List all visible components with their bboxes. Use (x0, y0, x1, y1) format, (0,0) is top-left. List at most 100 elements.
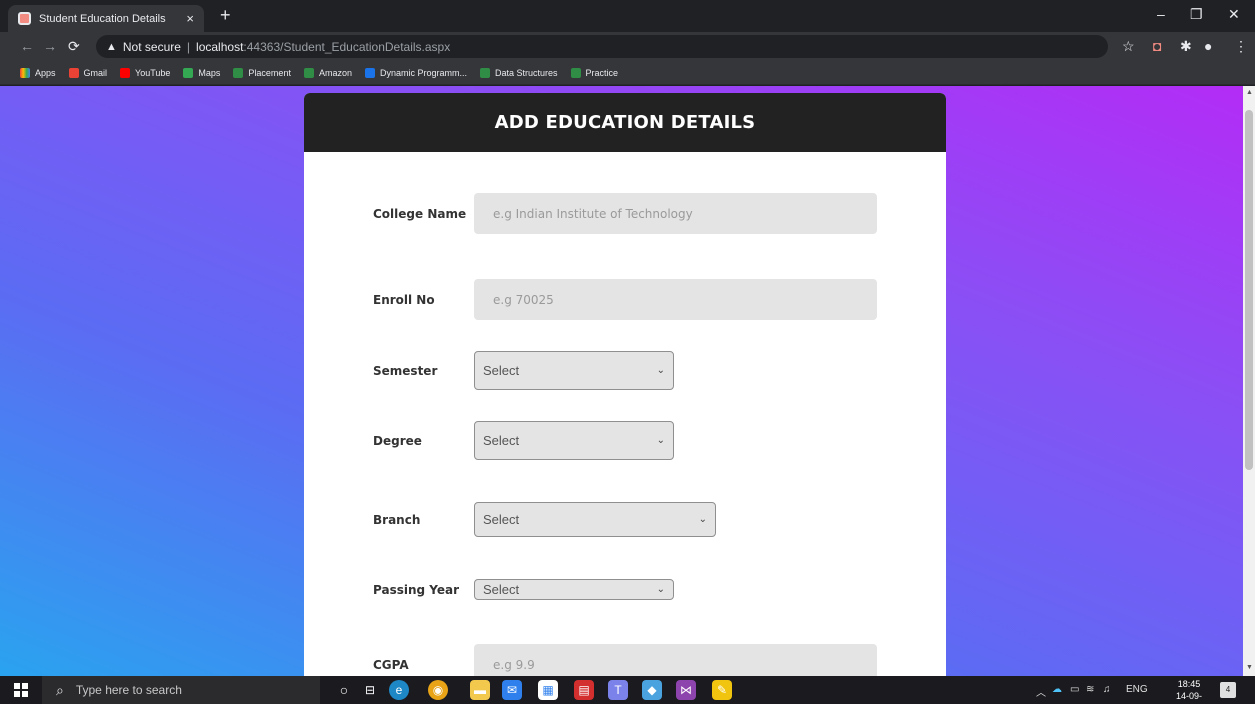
cgpa-row: CGPA e.g 9.9 (373, 644, 877, 676)
maximize-icon[interactable]: ❐ (1190, 6, 1203, 23)
education-form-card: ADD EDUCATION DETAILS College Name e.g I… (304, 93, 946, 676)
gfg-icon (480, 67, 491, 78)
taskbar-clock[interactable]: 18:45 14-09-2020 (1166, 678, 1212, 704)
minimize-icon[interactable]: – (1157, 6, 1165, 22)
python-icon[interactable]: ✎ (712, 680, 732, 700)
page-favicon-icon (18, 12, 31, 25)
bookmark-dynamic-programming[interactable]: Dynamic Programm... (364, 67, 467, 78)
warning-icon: ▲ (106, 40, 117, 53)
search-icon: ⌕ (56, 681, 64, 698)
bookmark-data-structures[interactable]: Data Structures (480, 67, 558, 78)
college-name-label: College Name (373, 206, 467, 221)
windows-start-icon[interactable] (14, 683, 28, 697)
chevron-down-icon: ⌄ (656, 584, 665, 595)
page-background: ADD EDUCATION DETAILS College Name e.g I… (0, 86, 1243, 676)
scroll-up-icon[interactable]: ▲ (1246, 89, 1253, 96)
bookmark-maps[interactable]: Maps (183, 67, 220, 78)
branch-selected-value: Select (483, 512, 520, 527)
enroll-no-row: Enroll No e.g 70025 (373, 279, 877, 320)
college-name-input[interactable]: e.g Indian Institute of Technology (474, 193, 877, 234)
extensions-puzzle-icon[interactable]: ✱ (1180, 38, 1192, 55)
windows-taskbar: ⌕ Type here to search ○ ⊟ e ◉ ▬ ✉ ▦ ▤ T … (0, 676, 1255, 704)
address-separator: | (186, 39, 191, 54)
enroll-no-input[interactable]: e.g 70025 (474, 279, 877, 320)
bookmark-gmail[interactable]: Gmail (68, 67, 107, 78)
page-scrollbar[interactable]: ▲ ▼ (1243, 86, 1255, 676)
passing-year-label: Passing Year (373, 582, 460, 597)
gift-app-icon[interactable]: ▤ (574, 680, 594, 700)
degree-label: Degree (373, 433, 422, 448)
chrome-icon[interactable]: ◉ (428, 680, 448, 700)
cgpa-input[interactable]: e.g 9.9 (474, 644, 877, 676)
chevron-down-icon: ⌄ (698, 514, 707, 525)
apps-grid-icon (20, 67, 30, 78)
chevron-down-icon: ⌄ (656, 365, 665, 376)
semester-select[interactable]: Select ⌄ (474, 351, 674, 390)
tab-close-icon[interactable]: × (186, 11, 194, 26)
youtube-icon (120, 67, 131, 78)
maps-icon (183, 67, 194, 78)
profile-avatar-icon[interactable]: ● (1204, 38, 1212, 54)
taskbar-search-placeholder: Type here to search (75, 683, 182, 697)
cortana-icon[interactable]: ○ (334, 680, 354, 700)
forward-icon[interactable]: → (43, 38, 57, 54)
url-path: :44363/Student_EducationDetails.aspx (243, 39, 451, 54)
form-heading: ADD EDUCATION DETAILS (304, 93, 946, 152)
tab-strip: Student Education Details × + – ❐ ✕ (0, 0, 1255, 32)
back-icon[interactable]: ← (20, 38, 34, 54)
new-tab-button[interactable]: + (220, 5, 231, 26)
semester-row: Semester Select ⌄ (373, 351, 674, 390)
battery-icon[interactable]: ▭ (1070, 684, 1079, 695)
close-window-icon[interactable]: ✕ (1228, 6, 1240, 23)
notification-center-icon[interactable]: 4 (1220, 682, 1236, 698)
wifi-icon[interactable]: ≋ (1086, 684, 1094, 695)
bookmark-star-icon[interactable]: ☆ (1122, 38, 1135, 55)
gmail-icon (68, 67, 79, 78)
taskbar-search[interactable]: ⌕ Type here to search (42, 676, 320, 704)
bookmark-amazon[interactable]: Amazon (303, 67, 352, 78)
menu-kebab-icon[interactable]: ⋮ (1234, 38, 1248, 55)
reload-icon[interactable]: ⟳ (68, 38, 80, 55)
branch-select[interactable]: Select ⌄ (474, 502, 716, 537)
teams-icon[interactable]: T (608, 680, 628, 700)
gfg-icon (233, 67, 244, 78)
interviewbit-icon (364, 67, 375, 78)
bookmark-practice[interactable]: Practice (570, 67, 618, 78)
url-host: localhost (196, 39, 244, 54)
college-name-row: College Name e.g Indian Institute of Tec… (373, 193, 877, 234)
file-explorer-icon[interactable]: ▬ (470, 680, 490, 700)
browser-tab[interactable]: Student Education Details × (8, 5, 204, 32)
mail-icon[interactable]: ✉ (502, 680, 522, 700)
scrollbar-thumb[interactable] (1245, 110, 1253, 470)
clock-date: 14-09-2020 (1175, 691, 1202, 704)
security-label: Not secure (122, 39, 181, 54)
chevron-down-icon: ⌄ (656, 435, 665, 446)
address-bar[interactable]: ▲ Not secure | localhost :44363/Student_… (96, 35, 1108, 58)
bookmark-youtube[interactable]: YouTube (120, 67, 170, 78)
pocket-extension-icon[interactable]: ◘ (1153, 38, 1161, 54)
paint-icon[interactable]: ◆ (642, 680, 662, 700)
gfg-icon (570, 67, 581, 78)
passing-year-selected-value: Select (483, 582, 520, 597)
branch-row: Branch Select ⌄ (373, 502, 716, 537)
visual-studio-icon[interactable]: ⋈ (676, 680, 696, 700)
semester-label: Semester (373, 363, 438, 378)
edge-icon[interactable]: e (389, 680, 409, 700)
degree-select[interactable]: Select ⌄ (474, 421, 674, 460)
bookmark-placement[interactable]: Placement (233, 67, 291, 78)
gfg-icon (303, 67, 314, 78)
task-view-icon[interactable]: ⊟ (360, 680, 380, 700)
language-indicator[interactable]: ENG (1126, 684, 1148, 695)
store-icon[interactable]: ▦ (538, 680, 558, 700)
volume-icon[interactable]: ♫ (1103, 684, 1111, 695)
degree-selected-value: Select (483, 433, 520, 448)
browser-toolbar: ← → ⟳ ▲ Not secure | localhost :44363/St… (0, 32, 1255, 61)
bookmark-apps[interactable]: Apps (20, 67, 56, 78)
clock-time: 18:45 (1177, 679, 1201, 689)
onedrive-icon[interactable]: ☁ (1052, 684, 1062, 695)
tab-title: Student Education Details (39, 12, 166, 25)
branch-label: Branch (373, 512, 421, 527)
tray-chevron-up-icon[interactable]: ︿ (1036, 684, 1046, 699)
scroll-down-icon[interactable]: ▼ (1246, 664, 1253, 671)
passing-year-select[interactable]: Select ⌄ (474, 579, 674, 600)
